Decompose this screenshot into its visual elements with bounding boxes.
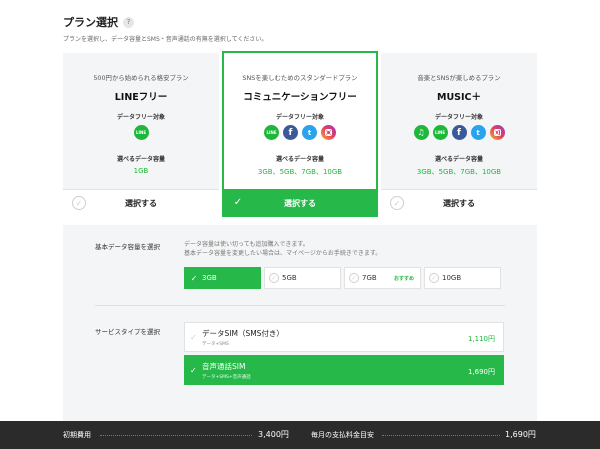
- plan-cards: 500円から始められる格安プラン LINEフリー データフリー対象 LINE 選…: [63, 51, 537, 217]
- data-capacity-label: 基本データ容量を選択: [95, 243, 160, 251]
- data-free-label: データフリー対象: [275, 114, 324, 121]
- capacity-option-5gb[interactable]: ✓ 5GB: [264, 267, 341, 289]
- page-subtitle: プランを選択し、データ容量とSMS・音声通話の有無を選択してください。: [63, 36, 268, 43]
- check-icon: ✓: [349, 273, 359, 283]
- twitter-icon: t: [470, 125, 486, 140]
- capacity-options: ✓ 3GB ✓ 5GB ✓ 7GB おすすめ ✓ 10GB: [184, 267, 501, 289]
- line-icon: LINE: [432, 125, 448, 140]
- data-free-label: データフリー対象: [116, 114, 165, 121]
- data-free-icons: LINE f t: [224, 125, 376, 140]
- facebook-icon: f: [283, 125, 298, 140]
- select-button-label: 選択する: [284, 198, 316, 208]
- instagram-icon: [321, 125, 336, 140]
- monthly-cost-label: 毎月の支払料金目安: [311, 431, 374, 439]
- initial-cost-value: 3,400円: [258, 430, 289, 439]
- section-header: プラン選択 ?: [63, 14, 134, 30]
- plan-tagline: 500円から始められる格安プラン: [93, 74, 189, 82]
- capacity-option-10gb[interactable]: ✓ 10GB: [424, 267, 501, 289]
- plan-name: コミュニケーションフリー: [243, 92, 357, 103]
- facebook-icon: f: [451, 125, 467, 140]
- plan-name: LINEフリー: [114, 92, 168, 103]
- instagram-icon: [489, 125, 505, 140]
- initial-cost-label: 初期費用: [63, 431, 91, 439]
- dotted-leader: [100, 435, 252, 436]
- select-plan-button[interactable]: ✓ 選択する: [222, 189, 378, 217]
- service-name: 音声通話SIM: [202, 362, 246, 371]
- recommended-badge: おすすめ: [393, 276, 414, 282]
- line-icon: LINE: [264, 125, 279, 140]
- service-option-voice-sim[interactable]: ✓ 音声通話SIM データ+SMS+音声通話 1,690円: [184, 355, 504, 385]
- capacity-label: 選べるデータ容量: [116, 156, 165, 163]
- price-summary-bar: 初期費用 3,400円 毎月の支払料金目安 1,690円: [0, 421, 600, 449]
- capacity-option-7gb[interactable]: ✓ 7GB おすすめ: [344, 267, 421, 289]
- check-icon: ✓: [190, 273, 198, 283]
- twitter-icon: t: [302, 125, 317, 140]
- plan-selection-page: プラン選択 ? プランを選択し、データ容量とSMS・音声通話の有無を選択してくだ…: [0, 0, 600, 449]
- data-capacity-note: データ容量は使い切っても追加購入できます。 基本データ容量を変更したい場合は、マ…: [184, 241, 382, 257]
- service-price: 1,690円: [467, 368, 495, 376]
- capacity-option-3gb[interactable]: ✓ 3GB: [184, 267, 261, 289]
- select-plan-button[interactable]: ✓ 選択する: [381, 189, 537, 217]
- capacity-values: 3GB、5GB、7GB、10GB: [257, 168, 343, 176]
- plan-tagline: SNSを楽しむためのスタンダードプラン: [242, 74, 358, 82]
- service-name: データSIM（SMS付き）: [202, 329, 284, 338]
- capacity-label: 選べるデータ容量: [275, 156, 324, 163]
- plan-card-communication-free[interactable]: SNSを楽しむためのスタンダードプラン コミュニケーションフリー データフリー対…: [222, 51, 378, 217]
- plan-tagline: 音楽とSNSが楽しめるプラン: [417, 74, 501, 82]
- line-icon: LINE: [133, 125, 149, 140]
- check-icon: ✓: [72, 196, 86, 210]
- plan-card-music-plus[interactable]: 音楽とSNSが楽しめるプラン MUSIC＋ データフリー対象 ♫ LINE f …: [381, 53, 537, 217]
- data-free-icons: ♫ LINE f t: [381, 125, 537, 140]
- divider: [95, 305, 505, 306]
- service-description: データ+SMS+音声通話: [202, 375, 251, 380]
- capacity-values: 1GB: [133, 167, 149, 175]
- check-icon: ✓: [190, 366, 197, 375]
- check-icon: ✓: [190, 333, 197, 342]
- page-title: プラン選択: [63, 16, 118, 29]
- capacity-label: 選べるデータ容量: [434, 156, 483, 163]
- service-price: 1,110円: [467, 335, 495, 343]
- help-icon[interactable]: ?: [123, 16, 134, 28]
- plan-name: MUSIC＋: [436, 92, 482, 103]
- check-icon: ✓: [269, 273, 279, 283]
- select-button-label: 選択する: [443, 199, 475, 208]
- line-music-icon: ♫: [413, 125, 429, 140]
- check-icon: ✓: [390, 196, 404, 210]
- service-description: データ+SMS: [202, 342, 229, 347]
- data-free-icons: LINE: [63, 125, 219, 140]
- options-panel: 基本データ容量を選択 データ容量は使い切っても追加購入できます。 基本データ容量…: [63, 225, 537, 421]
- monthly-cost-value: 1,690円: [505, 430, 536, 439]
- check-icon: ✓: [429, 273, 439, 283]
- dotted-leader: [382, 435, 500, 436]
- plan-card-line-free[interactable]: 500円から始められる格安プラン LINEフリー データフリー対象 LINE 選…: [63, 53, 219, 217]
- select-button-label: 選択する: [125, 199, 157, 208]
- capacity-values: 3GB、5GB、7GB、10GB: [416, 168, 502, 176]
- service-type-label: サービスタイプを選択: [95, 328, 160, 336]
- select-plan-button[interactable]: ✓ 選択する: [63, 189, 219, 217]
- check-icon: ✓: [233, 196, 243, 208]
- service-option-data-sim[interactable]: ✓ データSIM（SMS付き） データ+SMS 1,110円: [184, 322, 504, 352]
- data-free-label: データフリー対象: [434, 114, 483, 121]
